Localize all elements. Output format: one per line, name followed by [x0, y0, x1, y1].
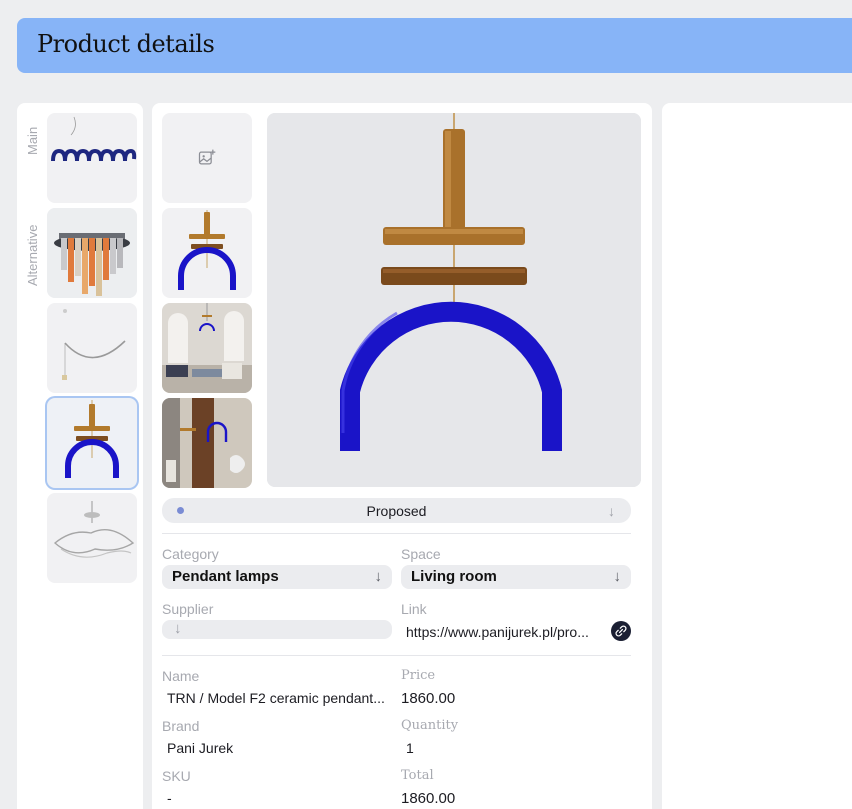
quantity-value[interactable]: 1 [406, 740, 414, 756]
link-value[interactable]: https://www.panijurek.pl/pro... [406, 624, 606, 640]
price-value[interactable]: 1860.00 [401, 690, 455, 707]
sku-label: SKU [162, 768, 191, 784]
divider [162, 655, 631, 656]
quantity-label: Quantity [401, 718, 459, 733]
main-product-image [267, 113, 641, 487]
sku-value[interactable]: - [167, 790, 172, 806]
arrow-down-icon: ↓ [174, 620, 182, 637]
variant-thumb-trn-lamp-selected[interactable] [47, 398, 137, 488]
total-value: 1860.00 [401, 790, 456, 807]
image-thumb-living-room[interactable] [162, 303, 252, 393]
total-label: Total [401, 768, 434, 783]
variant-thumb-cord-lamp[interactable] [47, 303, 137, 393]
category-label: Category [162, 546, 219, 562]
space-select[interactable]: Living room ↓ [401, 565, 631, 589]
category-value: Pendant lamps [172, 568, 279, 585]
link-label: Link [401, 601, 427, 617]
brand-value[interactable]: Pani Jurek [167, 740, 233, 756]
space-value: Living room [411, 568, 497, 585]
open-link-button[interactable] [611, 621, 631, 641]
supplier-label: Supplier [162, 601, 214, 617]
variant-thumb-wave-lamp[interactable] [47, 113, 137, 203]
arrow-down-icon: ↓ [613, 568, 622, 585]
brand-label: Brand [162, 718, 200, 734]
variant-thumb-chandelier[interactable] [47, 208, 137, 298]
arrow-down-icon: ↓ [608, 503, 615, 519]
image-thumb-gallery[interactable] [162, 398, 252, 488]
tab-main[interactable]: Main [25, 127, 40, 155]
category-select[interactable]: Pendant lamps ↓ [162, 565, 392, 589]
price-label: Price [401, 668, 436, 683]
tab-alternative[interactable]: Alternative [25, 225, 40, 286]
name-label: Name [162, 668, 200, 684]
image-thumb-product[interactable] [162, 208, 252, 298]
page-header: Product details [17, 18, 852, 73]
right-panel [662, 103, 852, 809]
add-image-button[interactable] [162, 113, 252, 203]
divider [162, 533, 631, 534]
link-icon [615, 625, 627, 637]
arrow-down-icon: ↓ [374, 568, 383, 585]
supplier-select[interactable]: ↓ [162, 620, 392, 639]
page-title: Product details [37, 30, 215, 58]
status-label: Proposed [366, 503, 427, 519]
space-label: Space [401, 546, 441, 562]
status-dropdown[interactable]: Proposed ↓ [162, 498, 631, 523]
add-image-icon [198, 149, 216, 165]
variant-thumb-glass-lamp[interactable] [47, 493, 137, 583]
name-value[interactable]: TRN / Model F2 ceramic pendant... [167, 690, 389, 706]
